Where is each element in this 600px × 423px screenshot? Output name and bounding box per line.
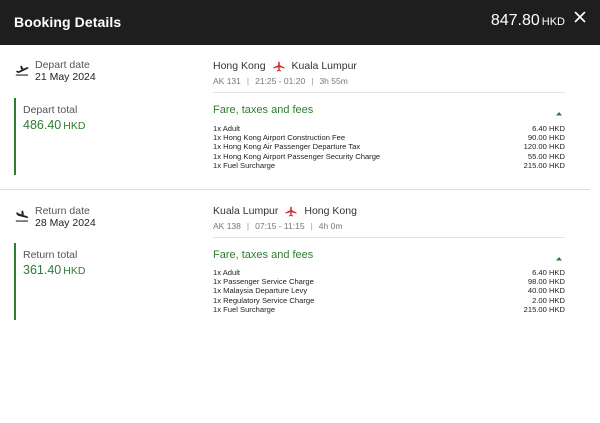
depart-date-value: 21 May 2024 [35,71,96,83]
fare-row: 1x Passenger Service Charge 98.00 HKD [213,277,565,286]
return-route: Kuala Lumpur Hong Kong AK 138 | 07:15 - 11… [213,205,357,231]
plane-takeoff-icon [15,63,29,76]
fare-label: 1x Malaysia Departure Levy [213,286,308,296]
depart-total-label: Depart total [23,104,78,116]
depart-total-block: Depart total 486.40 HKD [14,98,194,175]
page-title: Booking Details [14,14,122,30]
return-flight-duration: 4h 0m [318,221,343,231]
depart-date-label: Depart date [35,59,90,71]
airline-plane-icon [273,61,285,72]
fare-amount: 90.00 HKD [527,133,565,143]
depart-flight-meta: AK 131 | 21:25 - 01:20 | 3h 55m [213,76,357,86]
fare-amount: 6.40 HKD [532,268,565,277]
return-total-amount: 361.40 [23,263,62,277]
return-fare-heading: Fare, taxes and fees [213,249,314,261]
fare-label: 1x Fuel Surcharge [213,160,276,170]
depart-fare-heading: Fare, taxes and fees [213,104,314,116]
depart-origin: Hong Kong [213,60,266,72]
return-flight-times: 07:15 - 11:15 [255,221,305,231]
fare-amount: 120.00 HKD [523,142,565,152]
chevron-up-icon[interactable] [555,249,563,261]
fare-label: 1x Adult [213,124,241,133]
meta-separator: | [310,221,313,231]
fare-row: 1x Fuel Surcharge 215.00 HKD [213,305,565,314]
depart-cities: Hong Kong Kuala Lumpur [213,60,357,72]
fare-amount: 2.00 HKD [532,295,565,305]
fare-amount: 6.40 HKD [532,124,565,133]
depart-flight-number: AK 131 [213,76,241,86]
return-cities: Kuala Lumpur Hong Kong [213,205,357,217]
return-destination: Hong Kong [304,205,357,217]
return-total-block: Return total 361.40 HKD [14,243,194,320]
fare-row: 1x Hong Kong Air Passenger Departure Tax… [213,142,565,151]
return-fare-header[interactable]: Fare, taxes and fees [213,249,565,261]
return-origin: Kuala Lumpur [213,205,279,217]
return-section: Return date 28 May 2024 Return total 361… [0,191,600,331]
fare-label: 1x Passenger Service Charge [213,277,314,287]
booking-total-amount: 847.80 [490,12,540,29]
fare-amount: 55.00 HKD [527,151,565,161]
depart-fare-list: 1x Adult 6.40 HKD 1x Hong Kong Airport Co… [213,124,565,170]
chevron-up-icon[interactable] [555,104,563,116]
return-route-divider [213,237,565,238]
meta-separator: | [246,76,250,86]
meta-separator: | [311,76,314,86]
depart-total: 486.40 HKD [23,118,194,132]
return-date-label: Return date [35,205,90,217]
fare-label: 1x Hong Kong Airport Passenger Security … [213,151,381,161]
depart-flight-duration: 3h 55m [319,76,348,86]
fare-row: 1x Regulatory Service Charge 2.00 HKD [213,296,565,305]
return-total-label: Return total [23,249,78,261]
airline-plane-icon [285,206,297,217]
fare-row: 1x Hong Kong Airport Passenger Security … [213,152,565,161]
fare-label: 1x Hong Kong Air Passenger Departure Tax [213,142,361,152]
return-total-currency: HKD [63,265,86,277]
section-divider [0,189,590,190]
depart-total-amount: 486.40 [23,118,62,132]
depart-route-divider [213,92,565,93]
fare-label: 1x Regulatory Service Charge [213,295,315,305]
fare-row: 1x Hong Kong Airport Construction Fee 90.… [213,133,565,142]
fare-row: 1x Malaysia Departure Levy 40.00 HKD [213,286,565,295]
depart-fare-header[interactable]: Fare, taxes and fees [213,104,565,116]
fare-label: 1x Fuel Surcharge [213,304,276,314]
depart-total-currency: HKD [63,120,86,132]
depart-destination: Kuala Lumpur [291,60,357,72]
fare-row: 1x Adult 6.40 HKD [213,124,565,133]
fare-amount: 215.00 HKD [523,304,565,314]
return-flight-meta: AK 138 | 07:15 - 11:15 | 4h 0m [213,221,357,231]
fare-amount: 215.00 HKD [523,160,565,170]
depart-route: Hong Kong Kuala Lumpur AK 131 | 21:25 - 01… [213,60,357,86]
fare-label: 1x Adult [213,268,241,277]
fare-amount: 98.00 HKD [527,277,565,287]
return-total: 361.40 HKD [23,263,194,277]
fare-label: 1x Hong Kong Airport Construction Fee [213,133,346,143]
return-fare-list: 1x Adult 6.40 HKD 1x Passenger Service Ch… [213,268,565,314]
booking-total: 847.80 HKD [491,12,565,30]
return-date-value: 28 May 2024 [35,217,96,229]
booking-total-currency: HKD [541,16,565,28]
fare-row: 1x Adult 6.40 HKD [213,268,565,277]
fare-amount: 40.00 HKD [527,286,565,296]
booking-header: Booking Details 847.80 HKD [0,0,600,45]
plane-landing-icon [15,209,29,222]
return-flight-number: AK 138 [213,221,241,231]
depart-section: Depart date 21 May 2024 Depart total 486… [0,45,600,191]
depart-flight-times: 21:25 - 01:20 [255,76,306,86]
fare-row: 1x Fuel Surcharge 215.00 HKD [213,161,565,170]
meta-separator: | [246,221,250,231]
close-icon[interactable] [574,11,586,25]
